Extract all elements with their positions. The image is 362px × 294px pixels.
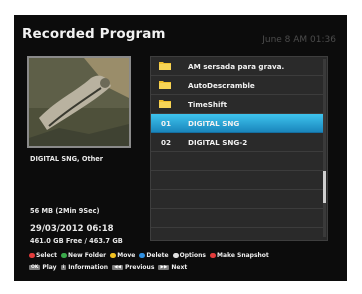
recording-number: 01 (161, 119, 172, 128)
nav-key-help: OK Play i Information ◀◀ Previous ▶▶ Next (29, 263, 189, 271)
color-key-help: Select New Folder Move Delete Options Ma… (29, 252, 271, 260)
ok-key-icon: OK (29, 265, 41, 270)
new-folder-hint: New Folder (68, 252, 107, 259)
folder-icon (159, 62, 171, 70)
recording-row-selected[interactable]: 01 DIGITAL SNG (151, 114, 323, 133)
empty-row (151, 209, 323, 228)
page-title: Recorded Program (22, 26, 166, 42)
snapshot-hint: Make Snapshot (217, 252, 269, 259)
folder-icon (159, 100, 171, 108)
folder-row[interactable]: AM sersada para grava. (151, 57, 323, 76)
list-item-label: DIGITAL SNG (188, 119, 240, 128)
forward-key-icon: ▶▶ (158, 265, 170, 270)
empty-row (151, 190, 323, 209)
info-key-icon: i (60, 265, 67, 270)
rewind-key-icon: ◀◀ (112, 265, 124, 270)
storage-info: 461.0 GB Free / 463.7 GB (30, 237, 123, 245)
empty-row (151, 152, 323, 171)
folder-row[interactable]: AutoDescramble (151, 76, 323, 95)
information-hint: Information (68, 264, 109, 271)
recording-list[interactable]: AM sersada para grava. AutoDescramble Ti… (150, 56, 328, 241)
snapshot-key-icon (210, 253, 217, 258)
select-hint: Select (36, 252, 57, 259)
list-item-label: AutoDescramble (188, 81, 255, 90)
previous-hint: Previous (125, 264, 155, 271)
recording-date: 29/03/2012 06:18 (30, 224, 114, 234)
red-key-icon (29, 253, 35, 258)
list-item-label: TimeShift (188, 100, 228, 109)
move-hint: Move (117, 252, 136, 259)
yellow-key-icon (110, 253, 117, 258)
preview-image (29, 58, 129, 146)
play-hint: Play (42, 264, 57, 271)
white-key-icon (172, 253, 179, 258)
recording-row[interactable]: 02 DIGITAL SNG-2 (151, 133, 323, 152)
next-hint: Next (171, 264, 188, 271)
empty-row (151, 171, 323, 190)
list-item-label: AM sersada para grava. (188, 62, 285, 71)
video-preview (27, 56, 131, 148)
green-key-icon (61, 253, 68, 258)
delete-hint: Delete (146, 252, 169, 259)
scroll-thumb[interactable] (323, 171, 326, 203)
recording-size: 56 MB (2Min 9Sec) (30, 207, 100, 215)
folder-icon (159, 81, 171, 89)
list-scrollbar[interactable] (323, 59, 326, 237)
list-item-label: DIGITAL SNG-2 (188, 138, 248, 147)
clock: June 8 AM 01:36 (262, 35, 336, 45)
blue-key-icon (139, 253, 146, 258)
options-hint: Options (179, 252, 206, 259)
program-name: DIGITAL SNG, Other (30, 155, 104, 163)
folder-row[interactable]: TimeShift (151, 95, 323, 114)
recording-number: 02 (161, 138, 172, 147)
